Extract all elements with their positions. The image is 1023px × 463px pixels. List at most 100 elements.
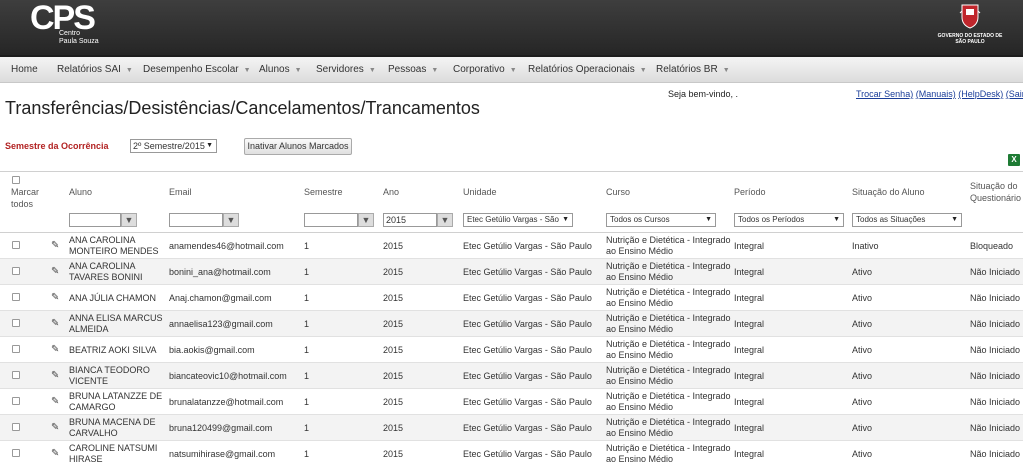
filter-ano-input[interactable]: 2015 (383, 213, 437, 227)
cell-curso-line: Nutrição e Dietética - Integrado (606, 287, 731, 297)
menu-home[interactable]: Home (11, 57, 38, 83)
caret-down-icon: ▼ (368, 67, 376, 74)
row-checkbox[interactable] (12, 449, 20, 457)
table-row: ✎ ANNA ELISA MARCUS ALMEIDA annaelisa123@gm… (0, 311, 1023, 337)
cell-email: bruna120499@gmail.com (169, 423, 273, 433)
select-all-checkbox[interactable] (12, 176, 20, 184)
cell-ano: 2015 (383, 371, 404, 381)
header-semestre[interactable]: Semestre (304, 186, 343, 198)
cell-email: bia.aokis@gmail.com (169, 345, 255, 355)
header-situacao-aluno[interactable]: Situação do Aluno (852, 186, 925, 198)
pencil-edit-icon[interactable]: ✎ (51, 344, 59, 355)
pencil-edit-icon[interactable]: ✎ (51, 292, 59, 303)
filter-icon[interactable]: ▼ (223, 213, 239, 227)
pencil-edit-icon[interactable]: ✎ (51, 448, 59, 459)
row-checkbox[interactable] (12, 397, 20, 405)
header-aluno[interactable]: Aluno (69, 186, 92, 198)
cps-logo[interactable]: CPS Centro Paula Souza (30, 2, 105, 54)
cell-situacao: Ativo (852, 449, 873, 459)
pencil-edit-icon[interactable]: ✎ (51, 266, 59, 277)
cell-email: biancateovic10@hotmail.com (169, 371, 287, 381)
cell-aluno-line: BEATRIZ AOKI SILVA (69, 345, 157, 355)
filter-email-input[interactable] (169, 213, 223, 227)
filter-icon[interactable]: ▼ (358, 213, 374, 227)
logo-subtitle: Centro Paula Souza (59, 30, 99, 45)
menu-relatorios-operacionais[interactable]: Relatórios Operacionais ▼ (528, 57, 647, 83)
cell-email: anamendes46@hotmail.com (169, 241, 284, 251)
filter-curso-value: Todos os Cursos (610, 215, 670, 224)
cell-email: Anaj.chamon@gmail.com (169, 293, 272, 303)
pencil-edit-icon[interactable]: ✎ (51, 370, 59, 381)
pencil-edit-icon[interactable]: ✎ (51, 396, 59, 407)
menu-alunos[interactable]: Alunos ▼ (259, 57, 302, 83)
row-checkbox[interactable] (12, 319, 20, 327)
menu-relatorios-sai[interactable]: Relatórios SAI ▼ (57, 57, 133, 83)
row-checkbox[interactable] (12, 267, 20, 275)
caret-down-icon: ▼ (722, 67, 730, 74)
header-situacao-questionario[interactable]: Situação do Questionário (970, 180, 1022, 204)
manuais-link[interactable]: (Manuais) (916, 89, 956, 99)
cell-curso-line: Nutrição e Dietética - Integrado (606, 391, 731, 401)
cell-aluno: BEATRIZ AOKI SILVA (69, 345, 164, 356)
pencil-edit-icon[interactable]: ✎ (51, 422, 59, 433)
row-checkbox[interactable] (12, 241, 20, 249)
cell-curso: Nutrição e Dietética - Integrado ao Ensin… (606, 313, 731, 335)
caret-down-icon: ▼ (243, 67, 251, 74)
cell-questionario: Não Iniciado (970, 371, 1021, 381)
cell-ano: 2015 (383, 319, 404, 329)
filter-unidade-select[interactable]: Etec Getúlio Vargas - São ▼ (463, 213, 573, 227)
menu-relatorios-br[interactable]: Relatórios BR ▼ (656, 57, 730, 83)
header-ano[interactable]: Ano (383, 186, 399, 198)
cell-unidade: Etec Getúlio Vargas - São Paulo (463, 345, 592, 355)
filter-periodo-select[interactable]: Todos os Períodos ▼ (734, 213, 844, 227)
filter-icon[interactable]: ▼ (437, 213, 453, 227)
filter-curso-select[interactable]: Todos os Cursos ▼ (606, 213, 716, 227)
inactivate-students-button[interactable]: Inativar Alunos Marcados (244, 138, 352, 155)
helpdesk-link[interactable]: (HelpDesk) (958, 89, 1003, 99)
cell-ano: 2015 (383, 293, 404, 303)
semester-select[interactable]: 2º Semestre/2015 ▼ (130, 139, 217, 153)
menu-pessoas[interactable]: Pessoas ▼ (388, 57, 438, 83)
menu-corporativo[interactable]: Corporativo ▼ (453, 57, 517, 83)
pencil-edit-icon[interactable]: ✎ (51, 318, 59, 329)
cps-logo-mark: CPS (30, 2, 97, 32)
cell-aluno: CAROLINE NATSUMI HIRASE (69, 443, 164, 463)
filter-icon[interactable]: ▼ (121, 213, 137, 227)
table-row: ✎ ANA CAROLINA TAVARES BONINI bonini_ana@ho… (0, 259, 1023, 285)
header-unidade[interactable]: Unidade (463, 186, 497, 198)
cell-curso-line: ao Ensino Médio (606, 402, 674, 412)
cell-periodo: Integral (734, 241, 765, 251)
row-checkbox[interactable] (12, 345, 20, 353)
cell-aluno-line: ANA CAROLINA (69, 235, 136, 245)
cell-ano: 2015 (383, 423, 404, 433)
cell-aluno-line: TAVARES BONINI (69, 272, 143, 282)
row-checkbox[interactable] (12, 423, 20, 431)
pencil-edit-icon[interactable]: ✎ (51, 240, 59, 251)
cell-situacao: Ativo (852, 345, 873, 355)
cell-periodo: Integral (734, 449, 765, 459)
trocar-senha-link[interactable]: Trocar Senha) (856, 89, 913, 99)
table-row: ✎ CAROLINE NATSUMI HIRASE natsumihirase@gma… (0, 441, 1023, 463)
excel-export-icon[interactable]: X (1008, 154, 1020, 166)
cell-questionario: Não Iniciado (970, 319, 1021, 329)
filter-aluno-input[interactable] (69, 213, 121, 227)
table-row: ✎ BRUNA MACENA DE CARVALHO bruna120499@gmai… (0, 415, 1023, 441)
row-checkbox[interactable] (12, 371, 20, 379)
row-checkbox[interactable] (12, 293, 20, 301)
menu-servidores[interactable]: Servidores ▼ (316, 57, 376, 83)
menu-desempenho-escolar[interactable]: Desempenho Escolar ▼ (143, 57, 251, 83)
main-menu: Home Relatórios SAI ▼ Desempenho Escolar ▼… (0, 57, 1023, 83)
cell-curso-line: ao Ensino Médio (606, 350, 674, 360)
menu-label: Pessoas (388, 64, 427, 75)
filter-semestre-input[interactable] (304, 213, 358, 227)
header-curso[interactable]: Curso (606, 186, 630, 198)
header-periodo[interactable]: Período (734, 186, 766, 198)
cell-semestre: 1 (304, 345, 310, 355)
cell-aluno: BRUNA LATANZZE DE CAMARGO (69, 391, 164, 413)
header-email[interactable]: Email (169, 186, 192, 198)
sair-link[interactable]: (Sair) (1006, 89, 1023, 99)
filter-situacao-select[interactable]: Todos as Situações ▼ (852, 213, 962, 227)
cell-aluno-line: CAMARGO (69, 402, 116, 412)
cell-curso: Nutrição e Dietética - Integrado ao Ensin… (606, 391, 731, 413)
cell-curso: Nutrição e Dietética - Integrado ao Ensin… (606, 261, 731, 283)
